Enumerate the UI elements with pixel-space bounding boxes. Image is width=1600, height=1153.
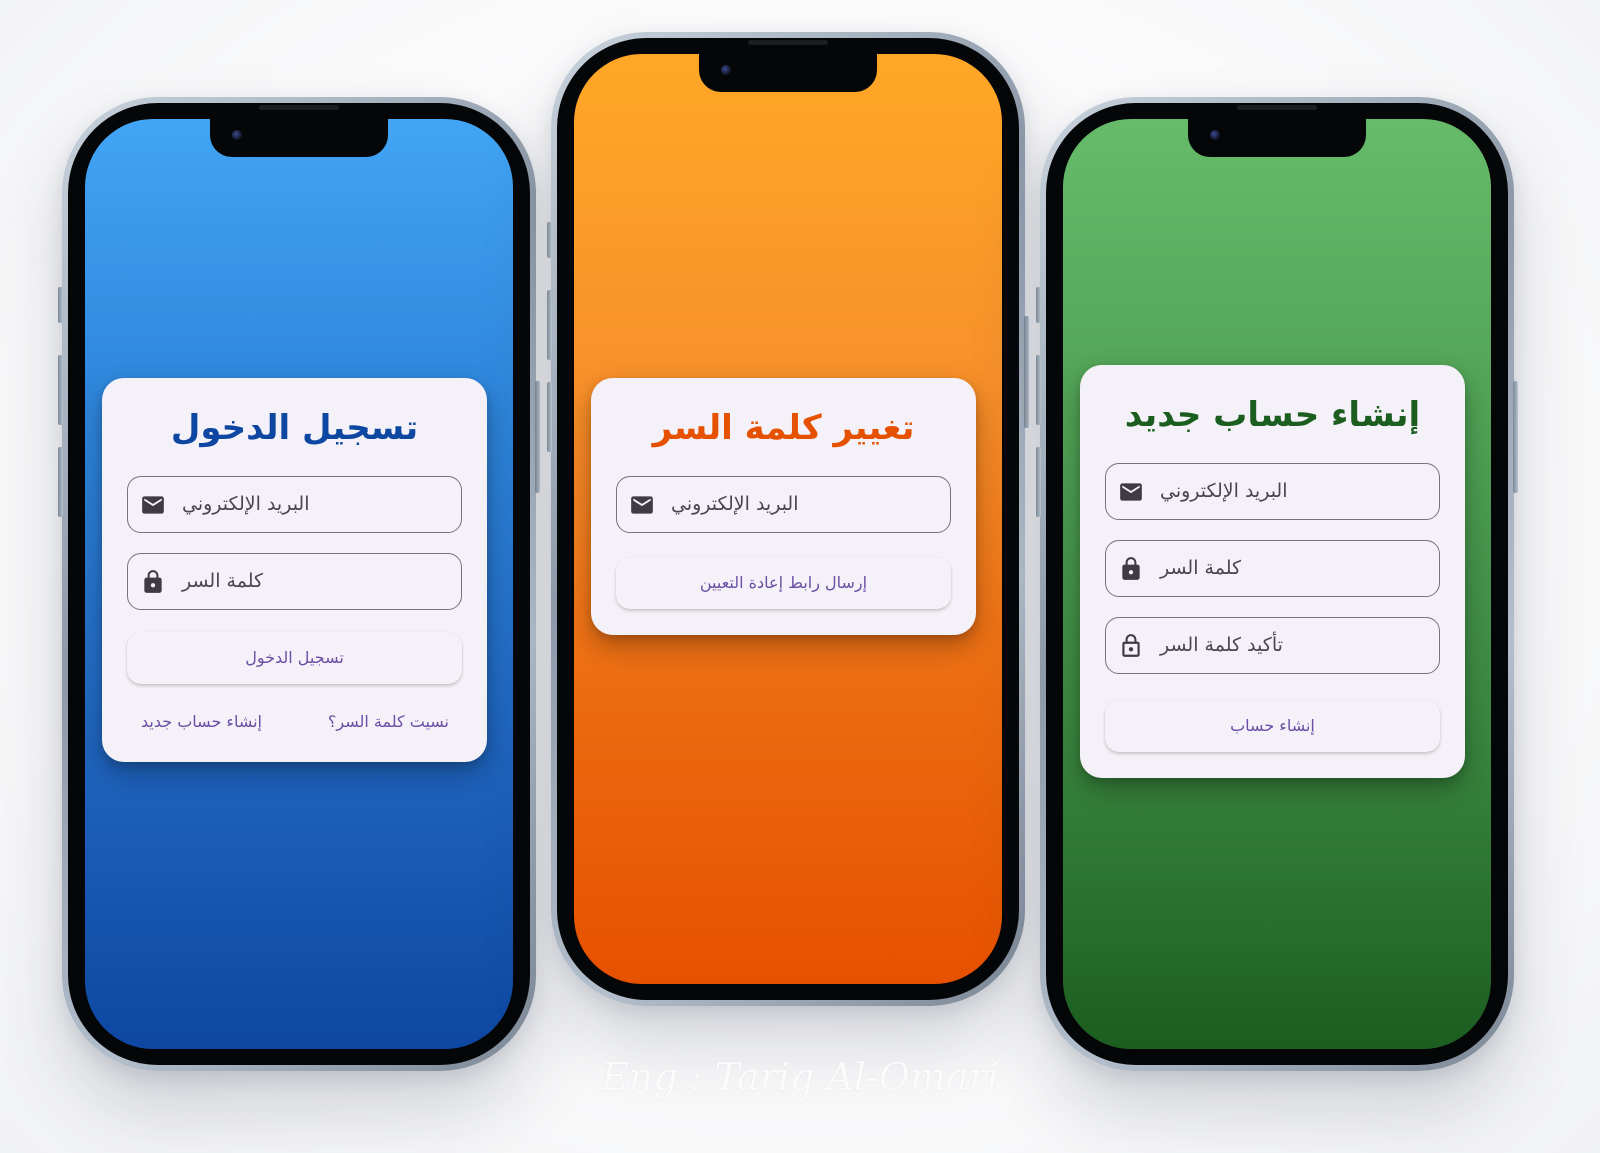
password-field[interactable]: كلمة السر <box>127 553 462 610</box>
send-reset-link-button[interactable]: إرسال رابط إعادة التعيين <box>616 557 951 609</box>
phone-side-button <box>547 222 552 258</box>
password-field[interactable]: كلمة السر <box>1105 540 1440 597</box>
screen-register: إنشاء حساب جديد البريد الإلكتروني كلمة ا… <box>1063 119 1491 1049</box>
phone-side-button <box>547 382 552 452</box>
phone-side-button <box>1024 316 1029 428</box>
phone-side-button <box>58 447 63 517</box>
email-field[interactable]: البريد الإلكتروني <box>616 476 951 533</box>
phone-side-button <box>58 355 63 425</box>
phone-login: تسجيل الدخول البريد الإلكتروني كلمة السر… <box>58 97 540 1071</box>
author-signature: Eng : Tariq Al-Omari <box>601 1055 999 1099</box>
phone-speaker <box>748 40 828 45</box>
confirm-password-field[interactable]: تأكيد كلمة السر <box>1105 617 1440 674</box>
password-placeholder: كلمة السر <box>182 570 264 592</box>
lock-outline-icon <box>1122 633 1140 657</box>
login-card: تسجيل الدخول البريد الإلكتروني كلمة السر… <box>102 378 487 762</box>
phone-speaker <box>259 105 339 110</box>
phone-reset: تغيير كلمة السر البريد الإلكتروني إرسال … <box>547 32 1029 1006</box>
phone-side-button <box>1036 447 1041 517</box>
password-placeholder: كلمة السر <box>1160 557 1242 579</box>
email-field[interactable]: البريد الإلكتروني <box>127 476 462 533</box>
email-placeholder: البريد الإلكتروني <box>1160 480 1288 502</box>
lock-icon <box>144 569 162 593</box>
lock-icon <box>1122 556 1140 580</box>
email-icon <box>1120 482 1142 501</box>
email-icon <box>631 495 653 514</box>
camera-icon <box>721 65 731 75</box>
email-icon <box>142 495 164 514</box>
create-account-button[interactable]: إنشاء حساب <box>1105 700 1440 752</box>
reset-title: تغيير كلمة السر <box>652 408 915 448</box>
register-card: إنشاء حساب جديد البريد الإلكتروني كلمة ا… <box>1080 365 1465 778</box>
phone-side-button <box>1513 381 1518 493</box>
screen-login: تسجيل الدخول البريد الإلكتروني كلمة السر… <box>85 119 513 1049</box>
login-title: تسجيل الدخول <box>170 408 419 448</box>
register-title: إنشاء حساب جديد <box>1124 395 1421 435</box>
email-placeholder: البريد الإلكتروني <box>182 493 310 515</box>
phone-side-button <box>1036 355 1041 425</box>
email-placeholder: البريد الإلكتروني <box>671 493 799 515</box>
notch <box>699 54 877 92</box>
notch <box>210 119 388 157</box>
register-link[interactable]: إنشاء حساب جديد <box>141 712 262 731</box>
phone-register: إنشاء حساب جديد البريد الإلكتروني كلمة ا… <box>1036 97 1518 1071</box>
camera-icon <box>1210 130 1220 140</box>
phone-side-button <box>1036 287 1041 323</box>
phone-side-button <box>58 287 63 323</box>
confirm-password-placeholder: تأكيد كلمة السر <box>1160 634 1283 656</box>
phone-side-button <box>547 290 552 360</box>
notch <box>1188 119 1366 157</box>
forgot-password-link[interactable]: نسيت كلمة السر؟ <box>328 712 449 731</box>
phone-side-button <box>535 381 540 493</box>
phone-speaker <box>1237 105 1317 110</box>
reset-card: تغيير كلمة السر البريد الإلكتروني إرسال … <box>591 378 976 635</box>
login-links: نسيت كلمة السر؟ إنشاء حساب جديد <box>127 712 462 736</box>
email-field[interactable]: البريد الإلكتروني <box>1105 463 1440 520</box>
screen-reset: تغيير كلمة السر البريد الإلكتروني إرسال … <box>574 54 1002 984</box>
login-button[interactable]: تسجيل الدخول <box>127 632 462 684</box>
camera-icon <box>232 130 242 140</box>
